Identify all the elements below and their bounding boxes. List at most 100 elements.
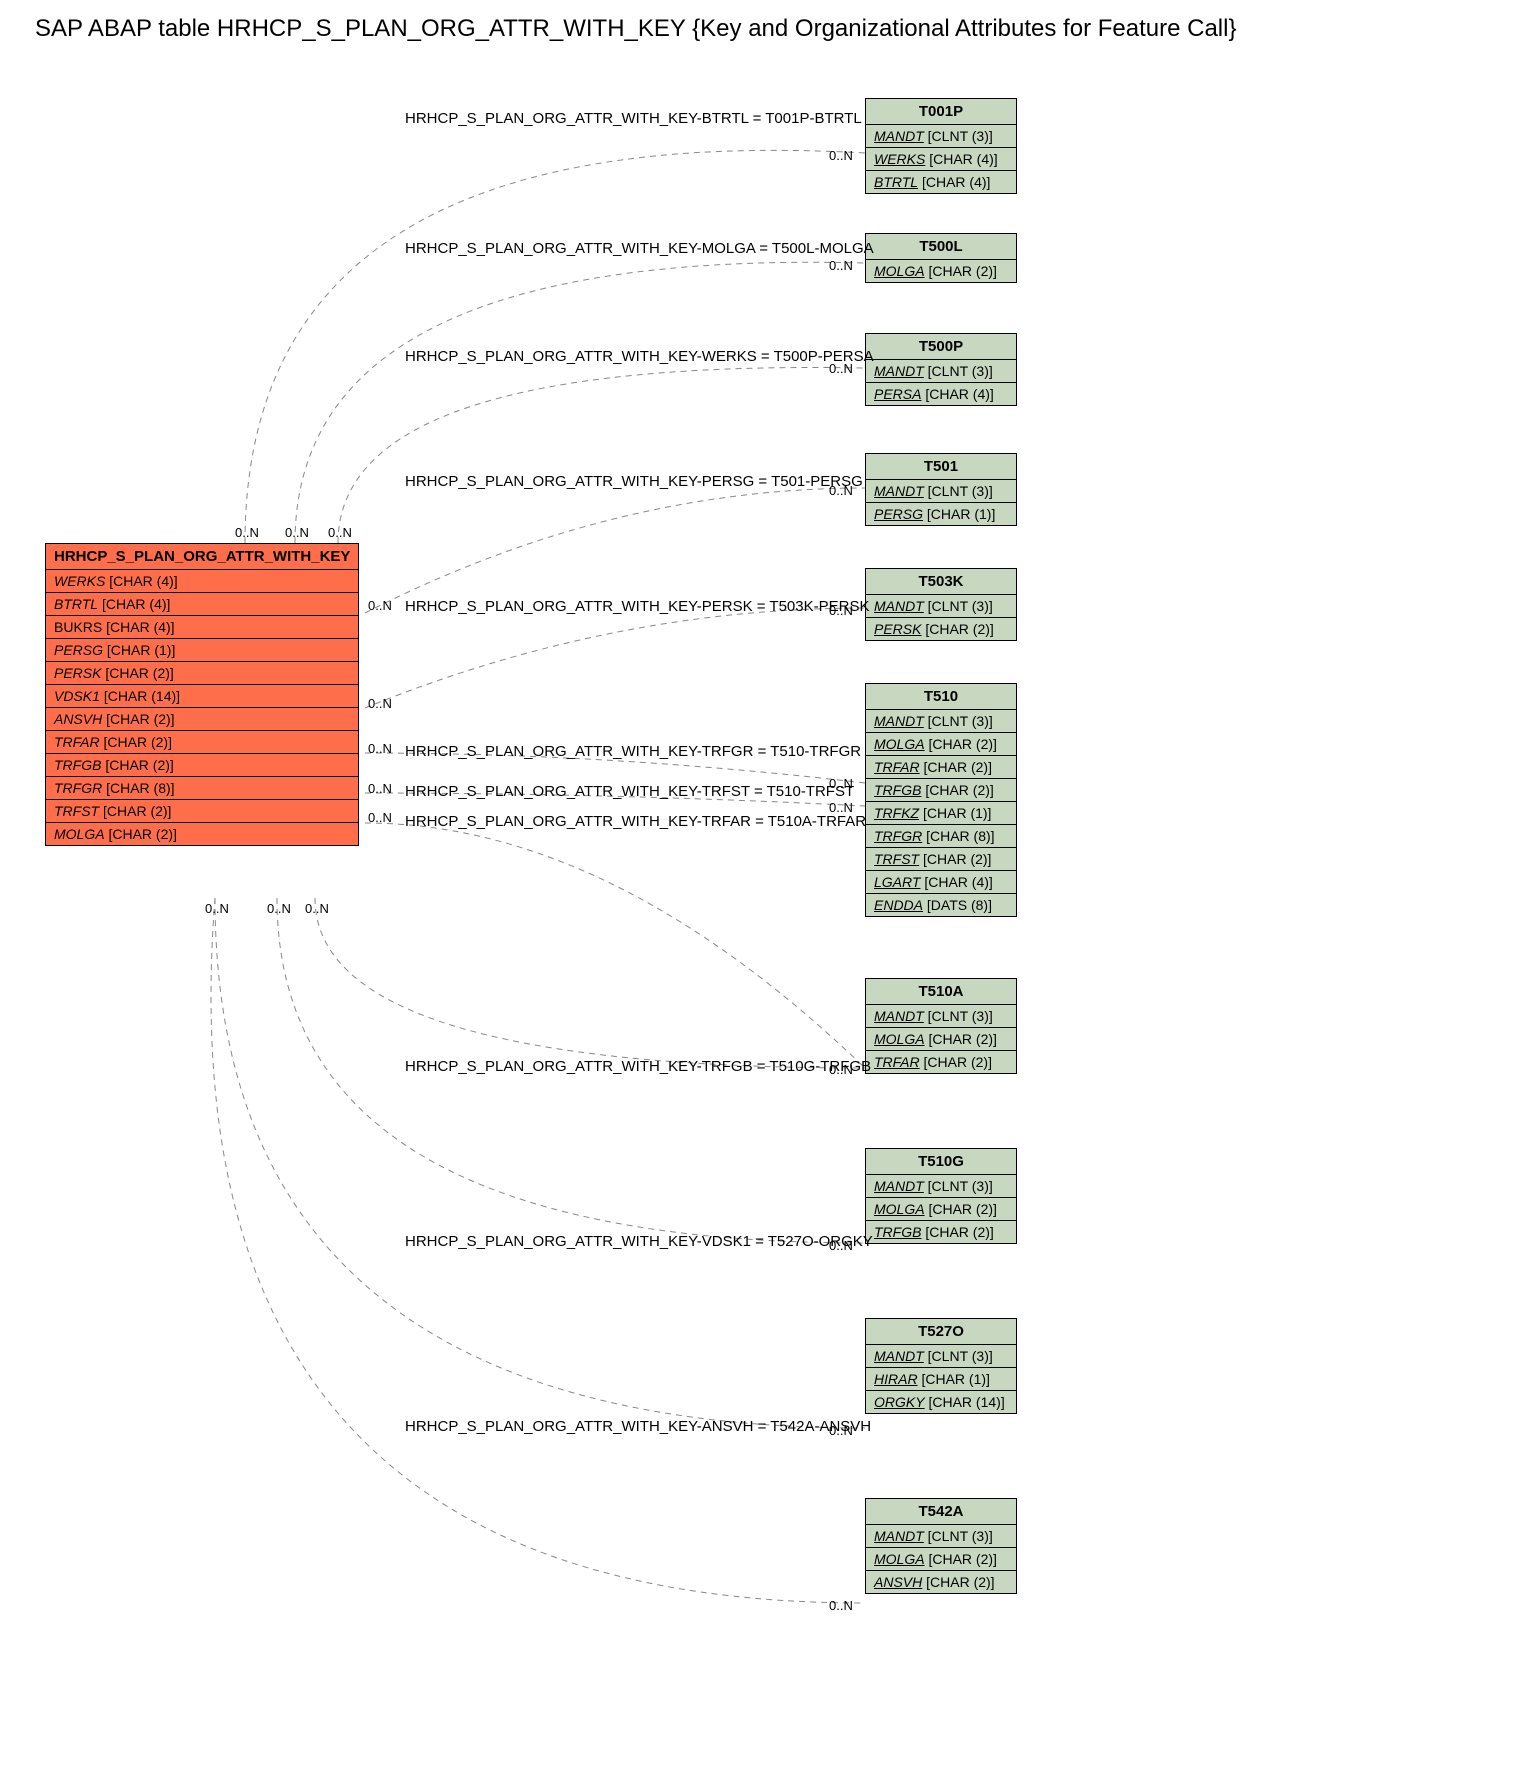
field-row: MANDT [CLNT (3)] [866,710,1016,733]
entity-name: T500P [866,334,1016,360]
field-row: LGART [CHAR (4)] [866,871,1016,894]
field-row: HIRAR [CHAR (1)] [866,1368,1016,1391]
cardinality: 0..N [829,776,853,791]
cardinality: 0..N [829,800,853,815]
cardinality: 0..N [285,525,309,540]
field-row: WERKS [CHAR (4)] [866,148,1016,171]
entity-name: T500L [866,234,1016,260]
field-row: TRFAR [CHAR (2)] [46,731,358,754]
cardinality: 0..N [368,810,392,825]
relation-label: HRHCP_S_PLAN_ORG_ATTR_WITH_KEY-VDSK1 = T… [405,1233,873,1250]
cardinality: 0..N [829,1238,853,1253]
field-row: WERKS [CHAR (4)] [46,570,358,593]
field-row: MANDT [CLNT (3)] [866,595,1016,618]
field-row: ANSVH [CHAR (2)] [866,1571,1016,1593]
field-row: TRFAR [CHAR (2)] [866,1051,1016,1073]
field-row: TRFAR [CHAR (2)] [866,756,1016,779]
cardinality: 0..N [368,741,392,756]
target-entity-T510A: T510AMANDT [CLNT (3)]MOLGA [CHAR (2)]TRF… [865,978,1017,1074]
entity-name: T542A [866,1499,1016,1525]
cardinality: 0..N [829,1423,853,1438]
cardinality: 0..N [368,598,392,613]
target-entity-T001P: T001PMANDT [CLNT (3)]WERKS [CHAR (4)]BTR… [865,98,1017,194]
cardinality: 0..N [328,525,352,540]
field-row: MANDT [CLNT (3)] [866,1005,1016,1028]
field-row: MANDT [CLNT (3)] [866,125,1016,148]
cardinality: 0..N [368,781,392,796]
field-row: TRFGB [CHAR (2)] [46,754,358,777]
target-entity-T510: T510MANDT [CLNT (3)]MOLGA [CHAR (2)]TRFA… [865,683,1017,917]
entity-name: T001P [866,99,1016,125]
field-row: ORGKY [CHAR (14)] [866,1391,1016,1413]
cardinality: 0..N [829,1598,853,1613]
connectors [10,58,1527,1778]
field-row: PERSK [CHAR (2)] [46,662,358,685]
cardinality: 0..N [829,1062,853,1077]
target-entity-T501: T501MANDT [CLNT (3)]PERSG [CHAR (1)] [865,453,1017,526]
relation-label: HRHCP_S_PLAN_ORG_ATTR_WITH_KEY-ANSVH = T… [405,1418,871,1435]
relation-label: HRHCP_S_PLAN_ORG_ATTR_WITH_KEY-TRFGB = T… [405,1058,871,1075]
field-row: MANDT [CLNT (3)] [866,1175,1016,1198]
relation-label: HRHCP_S_PLAN_ORG_ATTR_WITH_KEY-PERSG = T… [405,473,863,490]
field-row: BTRTL [CHAR (4)] [46,593,358,616]
entity-name: T503K [866,569,1016,595]
field-row: TRFST [CHAR (2)] [866,848,1016,871]
cardinality: 0..N [829,258,853,273]
field-row: PERSK [CHAR (2)] [866,618,1016,640]
entity-name: T510G [866,1149,1016,1175]
field-row: MOLGA [CHAR (2)] [866,260,1016,282]
field-row: PERSG [CHAR (1)] [866,503,1016,525]
cardinality: 0..N [305,901,329,916]
field-row: MANDT [CLNT (3)] [866,480,1016,503]
target-entity-T500L: T500LMOLGA [CHAR (2)] [865,233,1017,283]
relation-label: HRHCP_S_PLAN_ORG_ATTR_WITH_KEY-MOLGA = T… [405,240,874,257]
field-row: PERSA [CHAR (4)] [866,383,1016,405]
target-entity-T503K: T503KMANDT [CLNT (3)]PERSK [CHAR (2)] [865,568,1017,641]
field-row: MOLGA [CHAR (2)] [866,1548,1016,1571]
relation-label: HRHCP_S_PLAN_ORG_ATTR_WITH_KEY-TRFAR = T… [405,813,866,830]
cardinality: 0..N [368,696,392,711]
field-row: MOLGA [CHAR (2)] [866,1198,1016,1221]
target-entity-T500P: T500PMANDT [CLNT (3)]PERSA [CHAR (4)] [865,333,1017,406]
main-entity-name: HRHCP_S_PLAN_ORG_ATTR_WITH_KEY [46,544,358,570]
entity-name: T527O [866,1319,1016,1345]
page-title: SAP ABAP table HRHCP_S_PLAN_ORG_ATTR_WIT… [35,15,1537,43]
field-row: VDSK1 [CHAR (14)] [46,685,358,708]
cardinality: 0..N [267,901,291,916]
field-row: TRFGR [CHAR (8)] [866,825,1016,848]
field-row: TRFGR [CHAR (8)] [46,777,358,800]
target-entity-T527O: T527OMANDT [CLNT (3)]HIRAR [CHAR (1)]ORG… [865,1318,1017,1414]
field-row: MANDT [CLNT (3)] [866,360,1016,383]
field-row: ANSVH [CHAR (2)] [46,708,358,731]
field-row: MANDT [CLNT (3)] [866,1345,1016,1368]
cardinality: 0..N [829,148,853,163]
entity-name: T501 [866,454,1016,480]
field-row: MOLGA [CHAR (2)] [866,733,1016,756]
field-row: TRFST [CHAR (2)] [46,800,358,823]
field-row: TRFGB [CHAR (2)] [866,1221,1016,1243]
target-entity-T510G: T510GMANDT [CLNT (3)]MOLGA [CHAR (2)]TRF… [865,1148,1017,1244]
er-diagram: HRHCP_S_PLAN_ORG_ATTR_WITH_KEY WERKS [CH… [10,58,1527,1778]
relation-label: HRHCP_S_PLAN_ORG_ATTR_WITH_KEY-TRFGR = T… [405,743,861,760]
main-entity: HRHCP_S_PLAN_ORG_ATTR_WITH_KEY WERKS [CH… [45,543,359,846]
cardinality: 0..N [829,603,853,618]
field-row: TRFGB [CHAR (2)] [866,779,1016,802]
field-row: MOLGA [CHAR (2)] [866,1028,1016,1051]
cardinality: 0..N [829,361,853,376]
field-row: BTRTL [CHAR (4)] [866,171,1016,193]
relation-label: HRHCP_S_PLAN_ORG_ATTR_WITH_KEY-BTRTL = T… [405,110,862,127]
relation-label: HRHCP_S_PLAN_ORG_ATTR_WITH_KEY-WERKS = T… [405,348,874,365]
entity-name: T510A [866,979,1016,1005]
field-row: TRFKZ [CHAR (1)] [866,802,1016,825]
field-row: PERSG [CHAR (1)] [46,639,358,662]
cardinality: 0..N [235,525,259,540]
field-row: ENDDA [DATS (8)] [866,894,1016,916]
cardinality: 0..N [829,483,853,498]
field-row: MANDT [CLNT (3)] [866,1525,1016,1548]
relation-label: HRHCP_S_PLAN_ORG_ATTR_WITH_KEY-PERSK = T… [405,598,869,615]
field-row: BUKRS [CHAR (4)] [46,616,358,639]
target-entity-T542A: T542AMANDT [CLNT (3)]MOLGA [CHAR (2)]ANS… [865,1498,1017,1594]
field-row: MOLGA [CHAR (2)] [46,823,358,845]
relation-label: HRHCP_S_PLAN_ORG_ATTR_WITH_KEY-TRFST = T… [405,783,854,800]
cardinality: 0..N [205,901,229,916]
